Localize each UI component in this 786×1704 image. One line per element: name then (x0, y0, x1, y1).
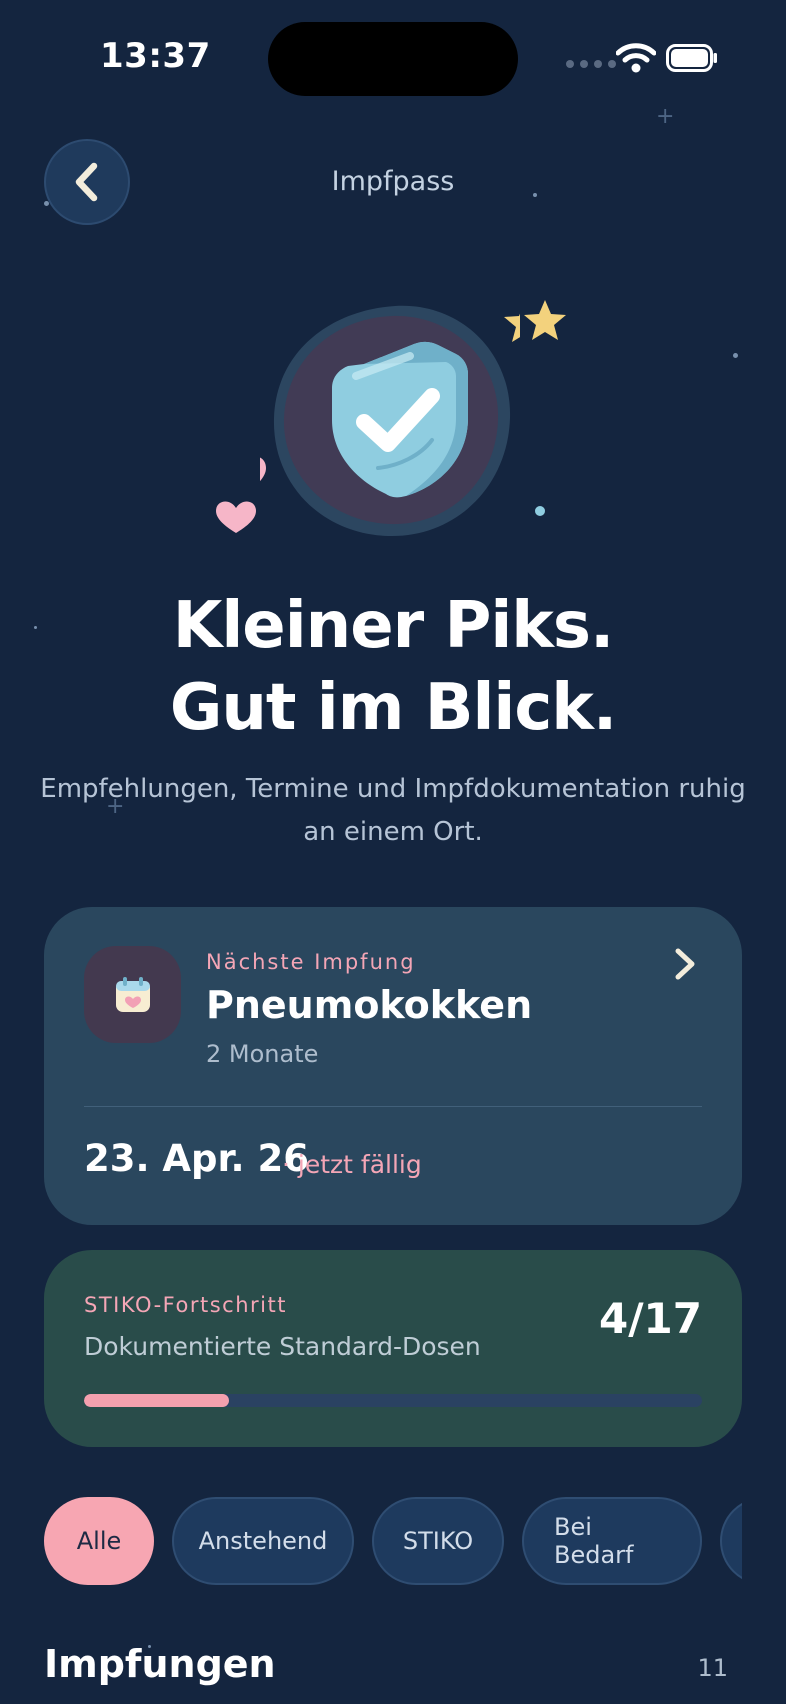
vaccination-date: 23. Apr. 26 (84, 1137, 309, 1180)
wifi-icon (616, 43, 656, 73)
signal-icon (566, 60, 616, 68)
filter-chip[interactable]: Alle (44, 1497, 154, 1585)
battery-icon (666, 44, 717, 72)
heart-icon (216, 501, 256, 533)
status-time: 13:37 (100, 36, 211, 76)
section-title: Impfungen (44, 1642, 276, 1686)
dynamic-island (268, 22, 518, 96)
vaccine-age: 2 Monate (206, 1040, 319, 1068)
filter-chips: Alle Anstehend STIKO Bei Bedarf (44, 1497, 742, 1585)
divider (84, 1106, 702, 1107)
star-dot (733, 353, 738, 358)
progress-bar-fill (84, 1394, 230, 1407)
star-icon (524, 300, 566, 340)
progress-count: 4/17 (598, 1294, 702, 1343)
sparkle-dot (535, 506, 545, 516)
calendar-heart-icon (115, 976, 150, 1012)
headline-line-1: Kleiner Piks. (172, 589, 615, 663)
due-status: · jetzt fällig (282, 1150, 422, 1179)
headline-line-2: Gut im Blick. (169, 671, 617, 745)
filter-chip[interactable]: Anstehend (172, 1497, 354, 1585)
shield-check-icon (260, 305, 520, 537)
calendar-tile (84, 946, 181, 1043)
hero-headline: Kleiner Piks. Gut im Blick. (0, 585, 786, 749)
section-count: 11 (697, 1654, 728, 1682)
vaccine-name: Pneumokokken (206, 983, 533, 1027)
progress-description: Dokumentierte Standard-Dosen (84, 1332, 481, 1361)
filter-chip[interactable]: Bei Bedarf (522, 1497, 702, 1585)
filter-chip[interactable] (720, 1497, 742, 1585)
hero-subtitle: Empfehlungen, Termine und Impfdokumentat… (40, 774, 746, 847)
page-title: Impfpass (331, 166, 455, 197)
sparkle-icon: + (656, 104, 675, 129)
progress-bar (84, 1394, 702, 1407)
next-vaccination-label: Nächste Impfung (206, 950, 416, 974)
chevron-right-icon[interactable] (670, 946, 700, 982)
progress-label: STIKO-Fortschritt (84, 1293, 287, 1317)
filter-chip[interactable]: STIKO (372, 1497, 504, 1585)
